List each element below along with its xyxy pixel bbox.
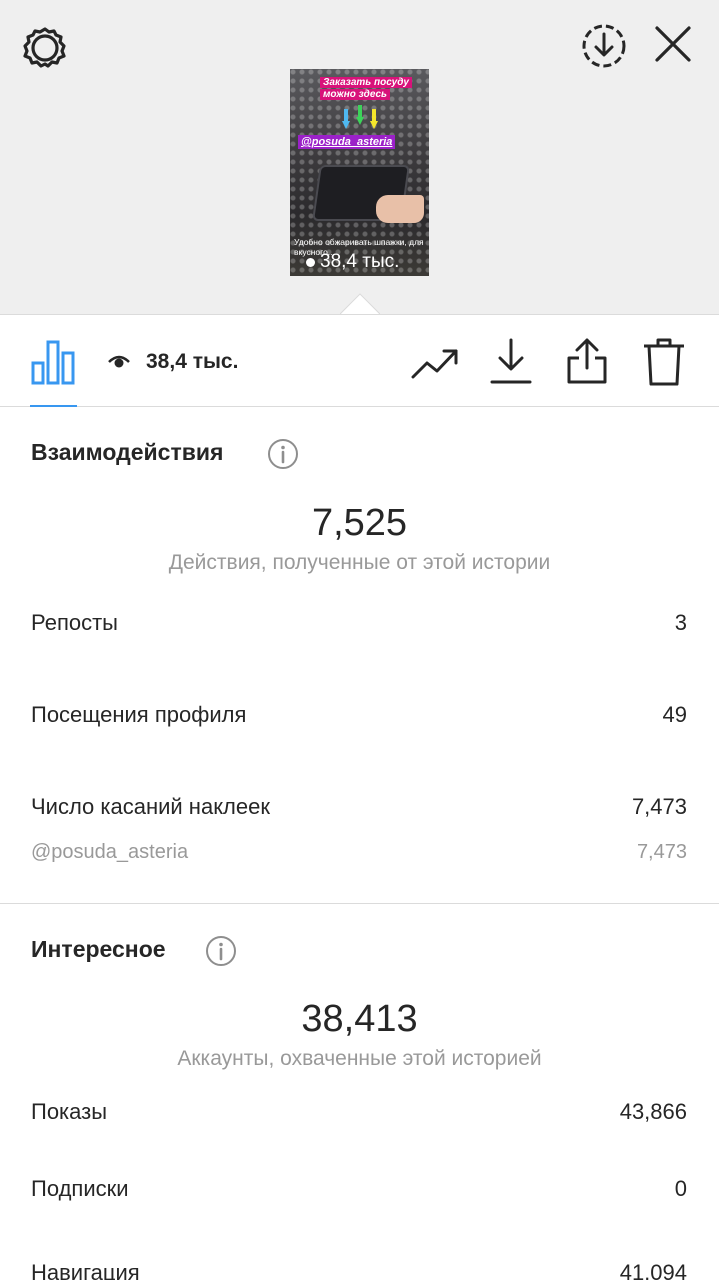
row-value-follows: 0 (674, 1176, 687, 1201)
row-value-impressions: 43,866 (619, 1099, 687, 1124)
insights-toolbar: 38,4 тыс. (0, 315, 719, 407)
eye-dot-icon (306, 257, 315, 267)
row-label-reposts: Репосты (31, 610, 118, 635)
save-circle-download-icon[interactable] (579, 21, 629, 71)
arrow-green-icon (356, 105, 364, 125)
row-value-navigation: 41,094 (619, 1260, 687, 1280)
section-divider (0, 903, 719, 904)
story-views-count: 38,4 тыс. (320, 251, 400, 272)
discovery-title: Интересное (31, 936, 166, 962)
info-icon[interactable] (267, 438, 299, 470)
sticker-handle-value: 7,473 (636, 841, 687, 863)
row-label-sticker-taps: Число касаний наклеек (31, 794, 270, 819)
settings-icon[interactable] (20, 24, 70, 74)
story-text-line1: Заказать посуду (320, 77, 412, 88)
discovery-caption: Аккаунты, охваченные этой историей (177, 1047, 542, 1070)
close-icon[interactable] (650, 21, 696, 67)
row-value-reposts: 3 (674, 610, 687, 635)
interactions-caption: Действия, полученные от этой истории (168, 551, 551, 574)
discovery-total: 38,413 (301, 998, 418, 1040)
arrow-yellow-icon (370, 109, 378, 129)
sticker-handle-label: @posuda_asteria (31, 841, 189, 863)
views-count: 38,4 тыс. (146, 350, 239, 373)
row-value-profile-visits: 49 (662, 702, 687, 727)
story-thumbnail[interactable]: Заказать посуду можно здесь @posuda_aste… (290, 69, 429, 276)
story-mention-sticker: @posuda_asteria (298, 135, 396, 149)
insights-sheet: 38,4 тыс. Взаимодействия 7,525 Действия,… (0, 314, 719, 1280)
trash-icon[interactable] (642, 337, 686, 387)
arrow-blue-icon (342, 109, 350, 129)
row-label-impressions: Показы (31, 1099, 108, 1124)
story-text-line2: можно здесь (320, 89, 390, 100)
row-label-navigation: Навигация (31, 1260, 140, 1280)
info-icon[interactable] (205, 935, 237, 967)
interactions-total: 7,525 (311, 502, 408, 544)
eye-icon (108, 355, 130, 368)
story-views-overlay: 38,4 тыс. (306, 251, 399, 273)
active-tab-indicator (30, 405, 77, 407)
interactions-title: Взаимодействия (31, 439, 224, 465)
row-value-sticker-taps: 7,473 (631, 794, 687, 819)
story-preview-area: Заказать посуду можно здесь @posuda_aste… (0, 0, 719, 314)
hand-image (376, 195, 424, 223)
share-icon[interactable] (565, 336, 609, 386)
trend-icon[interactable] (411, 343, 459, 383)
insights-bar-chart-icon[interactable] (31, 339, 77, 385)
sheet-pointer (340, 293, 380, 315)
row-label-follows: Подписки (31, 1176, 129, 1201)
row-label-profile-visits: Посещения профиля (31, 702, 247, 727)
download-icon[interactable] (490, 338, 532, 386)
